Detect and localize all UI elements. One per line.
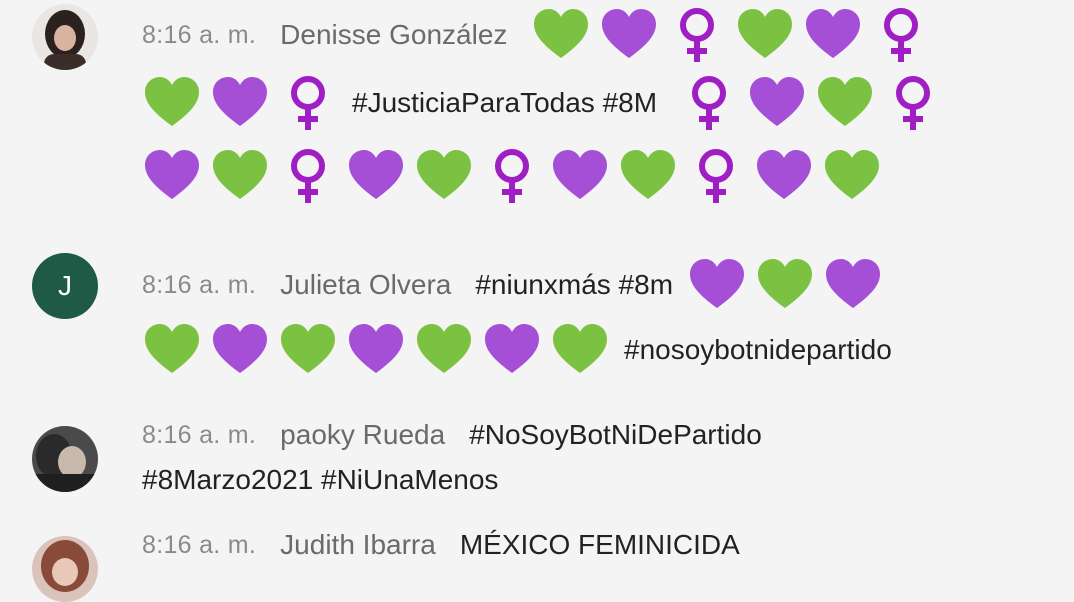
message-author[interactable]: Julieta Olvera	[280, 269, 451, 301]
message-text: #nosoybotnidepartido	[624, 334, 892, 365]
purple-heart-icon	[482, 320, 542, 380]
message-text: MÉXICO FEMINICIDA	[459, 529, 740, 560]
emoji-group	[142, 146, 882, 206]
purple-heart-icon	[210, 73, 270, 133]
purple-heart-icon	[142, 146, 202, 206]
green-heart-icon	[735, 5, 795, 65]
purple-heart-icon	[210, 320, 270, 380]
purple-heart-icon	[747, 73, 807, 133]
purple-heart-icon	[550, 146, 610, 206]
message-author[interactable]: Judith Ibarra	[280, 529, 436, 561]
female-sign-icon	[679, 73, 739, 133]
green-heart-icon	[278, 320, 338, 380]
female-sign-icon	[278, 73, 338, 133]
green-heart-icon	[822, 146, 882, 206]
purple-heart-icon	[803, 5, 863, 65]
emoji-group	[679, 73, 943, 133]
message-author[interactable]: paoky Rueda	[280, 419, 445, 451]
emoji-group	[531, 5, 931, 65]
avatar[interactable]	[32, 426, 98, 492]
green-heart-icon	[414, 146, 474, 206]
message-text: #8Marzo2021 #NiUnaMenos	[142, 464, 499, 495]
purple-heart-icon	[346, 146, 406, 206]
message-time: 8:16 a. m.	[142, 420, 257, 449]
emoji-group	[142, 320, 610, 380]
green-heart-icon	[550, 320, 610, 380]
green-heart-icon	[142, 320, 202, 380]
green-heart-icon	[142, 73, 202, 133]
emoji-group	[142, 73, 338, 133]
green-heart-icon	[815, 73, 875, 133]
avatar-letter: J	[58, 270, 72, 301]
avatar[interactable]	[32, 536, 98, 602]
green-heart-icon	[210, 146, 270, 206]
green-heart-icon	[531, 5, 591, 65]
purple-heart-icon	[687, 255, 747, 315]
message-text: #niunxmás #8m	[475, 269, 674, 300]
avatar[interactable]	[32, 4, 98, 70]
female-sign-icon	[871, 5, 931, 65]
purple-heart-icon	[754, 146, 814, 206]
purple-heart-icon	[346, 320, 406, 380]
avatar[interactable]: J	[32, 253, 98, 319]
message-text: #NoSoyBotNiDePartido	[469, 419, 762, 450]
message-time: 8:16 a. m.	[142, 530, 257, 559]
green-heart-icon	[414, 320, 474, 380]
female-sign-icon	[278, 146, 338, 206]
female-sign-icon	[686, 146, 746, 206]
green-heart-icon	[755, 255, 815, 315]
purple-heart-icon	[599, 5, 659, 65]
emoji-group	[687, 255, 883, 315]
female-sign-icon	[883, 73, 943, 133]
female-sign-icon	[667, 5, 727, 65]
message-time: 8:16 a. m.	[142, 20, 257, 49]
message-author[interactable]: Denisse González	[280, 19, 507, 51]
purple-heart-icon	[823, 255, 883, 315]
message-time: 8:16 a. m.	[142, 270, 257, 299]
female-sign-icon	[482, 146, 542, 206]
message-text: #JusticiaParaTodas #8M	[352, 87, 658, 118]
green-heart-icon	[618, 146, 678, 206]
